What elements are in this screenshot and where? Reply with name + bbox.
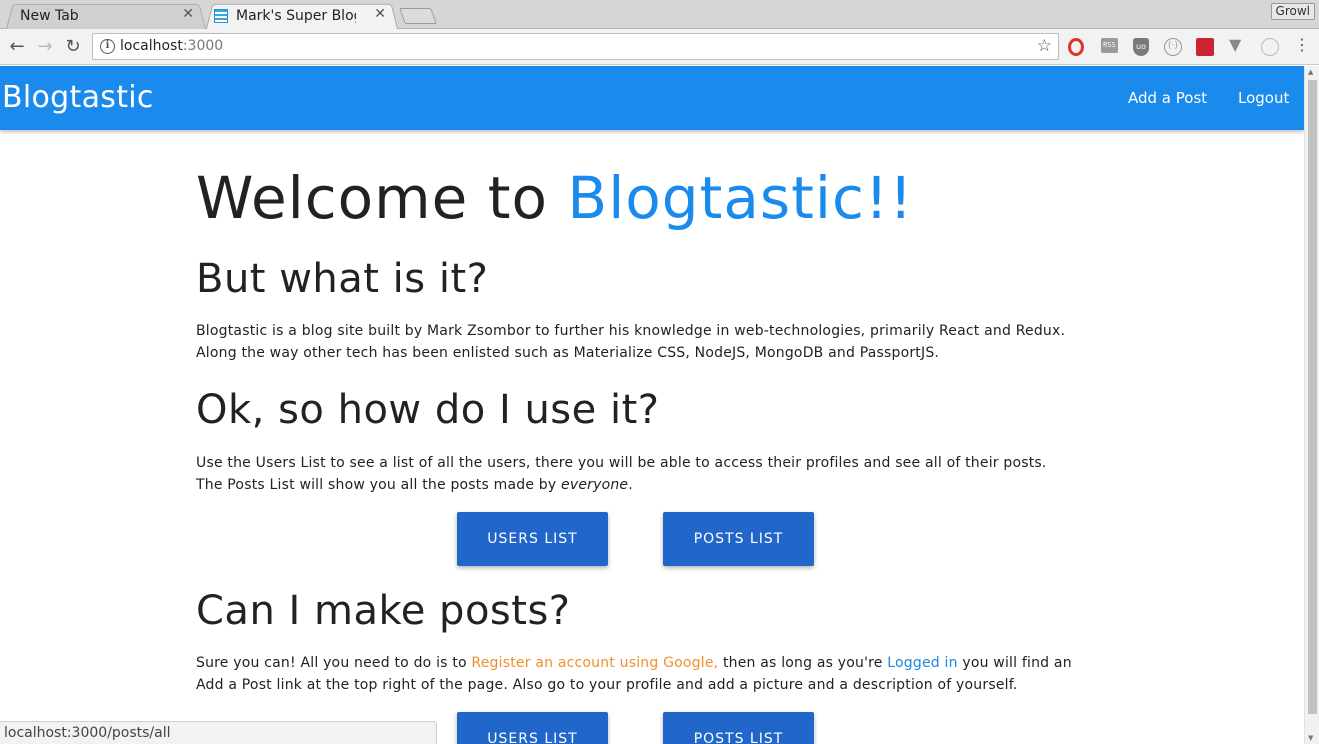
page-favicon-icon — [214, 8, 228, 23]
section-paragraph: Sure you can! All you need to do is to R… — [196, 655, 1072, 693]
brand-logo[interactable]: Blogtastic — [2, 80, 154, 115]
forward-icon[interactable]: → — [33, 35, 57, 59]
add-post-link[interactable]: Add a Post — [1128, 89, 1207, 107]
reload-icon[interactable]: ↻ — [61, 35, 85, 59]
tab-strip: New Tab ✕ Mark's Super Blog S ✕ Growl — [0, 0, 1319, 30]
section-paragraph: Blogtastic is a blog site built by Mark … — [196, 323, 1066, 361]
login-link[interactable]: Logged in — [887, 655, 957, 671]
opera-extension-icon[interactable] — [1068, 38, 1084, 56]
vertical-scrollbar[interactable]: ▲ ▼ — [1304, 66, 1319, 744]
ublock-extension-icon[interactable]: uo — [1133, 38, 1149, 56]
bookmark-star-icon[interactable]: ☆ — [1037, 36, 1052, 56]
page-viewport: Blogtastic Add a Post Logout Welcome to … — [0, 66, 1304, 744]
section-title: Ok, so how do I use it? — [196, 387, 660, 433]
address-bar[interactable]: i localhost:3000 ☆ — [92, 33, 1059, 60]
tab-blog[interactable]: Mark's Super Blog S ✕ — [206, 2, 398, 30]
site-navbar: Blogtastic Add a Post Logout — [0, 66, 1304, 130]
close-icon[interactable]: ✕ — [182, 6, 194, 22]
tab-label: Mark's Super Blog S — [236, 7, 356, 24]
posts-list-button[interactable]: POSTS LIST — [663, 712, 814, 744]
status-bar-url: localhost:3000/posts/all — [0, 721, 437, 744]
users-list-button[interactable]: USERS LIST — [457, 712, 608, 744]
red-extension-icon[interactable] — [1196, 38, 1214, 56]
tab-new-tab[interactable]: New Tab ✕ — [6, 2, 206, 30]
logout-link[interactable]: Logout — [1238, 89, 1289, 107]
section-title: But what is it? — [196, 256, 489, 302]
users-list-button[interactable]: USERS LIST — [457, 512, 608, 566]
menu-kebab-icon[interactable]: ⋮ — [1294, 35, 1310, 54]
posts-list-button[interactable]: POSTS LIST — [663, 512, 814, 566]
tab-label: New Tab — [20, 7, 79, 24]
page-title: Welcome to Blogtastic!! — [196, 164, 914, 232]
section-title: Can I make posts? — [196, 588, 571, 634]
extension-icon[interactable] — [1261, 38, 1279, 56]
scroll-up-arrow-icon[interactable]: ▲ — [1308, 68, 1313, 76]
vue-extension-icon[interactable]: ▼ — [1229, 35, 1247, 54]
register-link[interactable]: Register an account using Google, — [471, 655, 718, 671]
extension-icon[interactable]: (·) — [1164, 38, 1182, 56]
scrollbar-thumb[interactable] — [1308, 80, 1317, 714]
scroll-down-arrow-icon[interactable]: ▼ — [1308, 734, 1313, 742]
rss-extension-icon[interactable]: RSS — [1101, 38, 1118, 53]
info-icon[interactable]: i — [100, 39, 115, 54]
close-icon[interactable]: ✕ — [374, 6, 386, 22]
new-tab-button[interactable] — [399, 8, 437, 24]
url-text: localhost:3000 — [120, 38, 224, 54]
back-icon[interactable]: ← — [5, 35, 29, 59]
section-paragraph: Use the Users List to see a list of all … — [196, 455, 1047, 493]
browser-toolbar: ← → ↻ i localhost:3000 ☆ RSS uo (·) ▼ ⋮ — [0, 29, 1319, 65]
growl-badge[interactable]: Growl — [1270, 3, 1315, 20]
